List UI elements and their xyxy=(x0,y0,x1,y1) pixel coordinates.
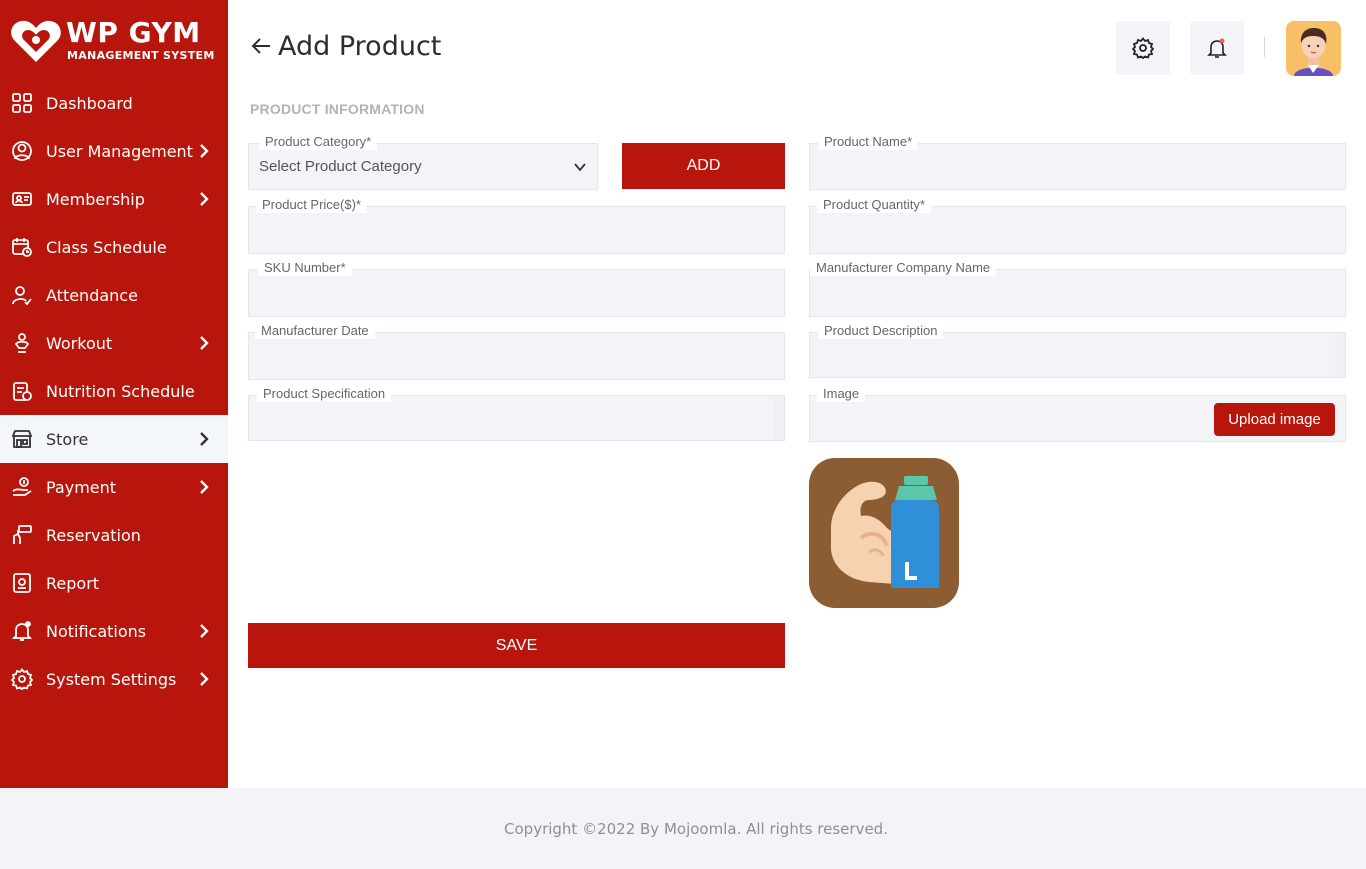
heart-logo-icon xyxy=(11,20,61,62)
brand-title: WP GYM xyxy=(66,16,201,49)
sidebar-item-label: Workout xyxy=(46,333,113,353)
membership-card-icon xyxy=(11,188,33,210)
payment-icon xyxy=(11,476,33,498)
sidebar: WP GYM MANAGEMENT SYSTEM Dashboard User … xyxy=(0,0,228,788)
sidebar-item-label: Class Schedule xyxy=(46,237,167,257)
sidebar-item-workout[interactable]: Workout xyxy=(0,319,228,367)
protein-bottle-bicep-icon xyxy=(831,476,939,588)
product-description-textarea[interactable]: Product Description xyxy=(809,323,1346,378)
sidebar-item-notifications[interactable]: Notifications xyxy=(0,607,228,655)
footer: Copyright ©2022 By Mojoomla. All rights … xyxy=(0,788,1366,869)
bell-icon xyxy=(1207,38,1227,58)
dashboard-icon xyxy=(11,92,33,114)
sidebar-item-class-schedule[interactable]: Class Schedule xyxy=(0,223,228,271)
store-icon xyxy=(11,428,33,450)
gear-icon xyxy=(11,668,33,690)
sidebar-item-membership[interactable]: Membership xyxy=(0,175,228,223)
sidebar-item-system-settings[interactable]: System Settings xyxy=(0,655,228,703)
workout-icon xyxy=(11,332,33,354)
field-label: Product Price($)* xyxy=(256,197,367,213)
field-label: Product Quantity* xyxy=(817,197,931,213)
reservation-icon xyxy=(11,524,33,546)
sidebar-item-label: User Management xyxy=(46,141,193,161)
chevron-right-icon xyxy=(200,192,209,206)
sidebar-item-nutrition-schedule[interactable]: Nutrition Schedule xyxy=(0,367,228,415)
copyright-text: Copyright ©2022 By Mojoomla. All rights … xyxy=(504,820,888,838)
notifications-button[interactable] xyxy=(1190,21,1244,75)
sidebar-item-label: Membership xyxy=(46,189,145,209)
product-category-select[interactable]: Product Category* Select Product Categor… xyxy=(248,134,598,190)
sidebar-item-label: Notifications xyxy=(46,621,147,641)
field-label: Product Specification xyxy=(257,386,392,402)
textarea-scrollbar[interactable] xyxy=(1335,333,1345,377)
textarea-scrollbar[interactable] xyxy=(774,396,784,440)
settings-button[interactable] xyxy=(1116,21,1170,75)
header-divider xyxy=(1264,37,1265,57)
chevron-right-icon xyxy=(200,336,209,350)
product-name-field[interactable]: Product Name* xyxy=(809,134,1346,190)
field-label: Image xyxy=(817,386,866,402)
sidebar-item-label: Payment xyxy=(46,477,117,497)
manufacturer-company-field[interactable]: Manufacturer Company Name xyxy=(809,260,1346,317)
sidebar-item-dashboard[interactable]: Dashboard xyxy=(0,79,228,127)
field-label: Manufacturer Company Name xyxy=(810,260,997,276)
sidebar-item-attendance[interactable]: Attendance xyxy=(0,271,228,319)
product-price-field[interactable]: Product Price($)* xyxy=(248,197,785,254)
field-label: Product Name* xyxy=(818,134,919,150)
sidebar-item-user-management[interactable]: User Management xyxy=(0,127,228,175)
nutrition-icon xyxy=(11,380,33,402)
select-value: Select Product Category xyxy=(259,158,422,175)
upload-image-button[interactable]: Upload image xyxy=(1214,403,1335,436)
sidebar-item-label: System Settings xyxy=(46,669,177,689)
product-quantity-field[interactable]: Product Quantity* xyxy=(809,197,1346,254)
sidebar-item-payment[interactable]: Payment xyxy=(0,463,228,511)
user-avatar[interactable] xyxy=(1286,21,1341,76)
calendar-icon xyxy=(11,236,33,258)
product-specification-textarea[interactable]: Product Specification xyxy=(248,386,785,441)
section-title: PRODUCT INFORMATION xyxy=(250,101,425,117)
field-label: Product Description xyxy=(818,323,944,339)
field-label: Product Category* xyxy=(259,134,378,150)
chevron-right-icon xyxy=(200,624,209,638)
brand-subtitle: MANAGEMENT SYSTEM xyxy=(67,49,215,62)
back-arrow-icon[interactable] xyxy=(250,35,272,57)
avatar-icon xyxy=(1294,28,1333,76)
chevron-right-icon xyxy=(200,144,209,158)
sidebar-item-reservation[interactable]: Reservation xyxy=(0,511,228,559)
sidebar-nav: Dashboard User Management Membership Cla… xyxy=(0,79,228,703)
sku-number-field[interactable]: SKU Number* xyxy=(248,260,785,317)
page-header: Add Product xyxy=(250,28,441,64)
chevron-right-icon xyxy=(200,432,209,446)
field-label: Manufacturer Date xyxy=(255,323,375,339)
user-check-icon xyxy=(11,284,33,306)
sidebar-item-label: Store xyxy=(46,429,89,449)
gear-icon xyxy=(1132,37,1154,59)
sidebar-item-label: Reservation xyxy=(46,525,141,545)
bell-icon xyxy=(11,620,33,642)
sidebar-item-store[interactable]: Store xyxy=(0,415,228,463)
sidebar-item-label: Dashboard xyxy=(46,93,133,113)
chevron-right-icon xyxy=(200,480,209,494)
chevron-down-icon xyxy=(574,163,586,172)
sidebar-item-label: Attendance xyxy=(46,285,138,305)
chevron-right-icon xyxy=(200,672,209,686)
save-button[interactable]: SAVE xyxy=(248,623,785,668)
product-image-preview xyxy=(809,458,959,608)
sidebar-item-label: Report xyxy=(46,573,100,593)
sidebar-item-report[interactable]: Report xyxy=(0,559,228,607)
page-title: Add Product xyxy=(278,30,442,62)
users-icon xyxy=(11,140,33,162)
report-icon xyxy=(11,572,33,594)
brand-logo[interactable]: WP GYM MANAGEMENT SYSTEM xyxy=(10,16,220,66)
sidebar-item-label: Nutrition Schedule xyxy=(46,381,195,401)
manufacturer-date-field[interactable]: Manufacturer Date xyxy=(248,323,785,380)
field-label: SKU Number* xyxy=(258,260,352,276)
add-category-button[interactable]: ADD xyxy=(622,143,785,189)
